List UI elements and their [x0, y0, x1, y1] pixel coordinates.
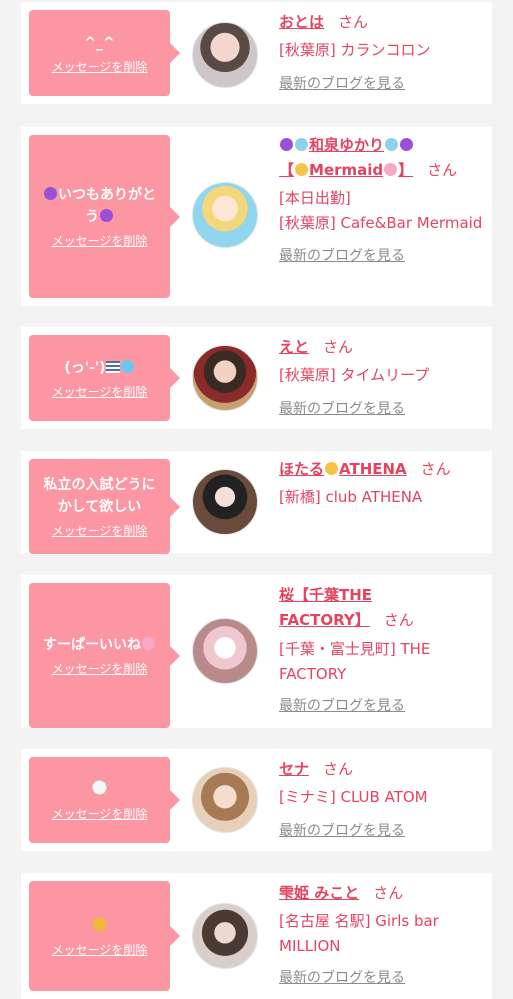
message-bubble: ^_^ メッセージを削除: [29, 10, 180, 96]
message-text: ^_^: [84, 34, 115, 51]
message-bubble: いつもありがとう メッセージを削除: [29, 135, 180, 298]
cast-name-link[interactable]: 桜【千葉THE FACTORY】: [279, 586, 372, 629]
cast-name-link[interactable]: セナ: [279, 760, 309, 778]
delete-message-link[interactable]: メッセージを削除: [52, 941, 148, 958]
message-text: いつもありがとう: [37, 184, 162, 228]
cast-name-link[interactable]: ほたる ATHENA: [279, 460, 407, 478]
latest-blog-link[interactable]: 最新のブログを見る: [279, 820, 484, 842]
avatar[interactable]: [192, 182, 258, 248]
message-card: ^_^ メッセージを削除 おとは さん [秋葉原] カランコロン 最新のブログを見…: [21, 2, 492, 104]
store-name: [千葉・富士見町] THE FACTORY: [279, 640, 431, 683]
store-name: [秋葉原] タイムリープ: [279, 366, 430, 384]
message-card: メッセージを削除 セナ さん [ミナミ] CLUB ATOM 最新のブログを見る: [21, 749, 492, 851]
heart-hands-icon: [93, 917, 106, 931]
shooting-star-icon: [325, 462, 339, 475]
message-bubble: メッセージを削除: [29, 757, 180, 843]
cast-name-link[interactable]: えと: [279, 338, 309, 356]
purple-heart-icon: [280, 138, 293, 151]
message-text: すーぱーいいね: [43, 634, 156, 656]
cherry-blossom-icon: [142, 637, 155, 650]
honorific: さん: [338, 13, 369, 31]
thank-message-list: ^_^ メッセージを削除 おとは さん [秋葉原] カランコロン 最新のブログを見…: [0, 0, 513, 999]
message-bubble: メッセージを削除: [29, 881, 180, 991]
honorific: さん: [383, 611, 414, 629]
avatar[interactable]: [192, 345, 258, 411]
mermaid-icon: [384, 163, 398, 176]
delete-message-link[interactable]: メッセージを削除: [52, 383, 148, 400]
message-text: [92, 915, 107, 937]
message-bubble: (っ'-') メッセージを削除: [29, 335, 180, 421]
cast-name-link[interactable]: おとは: [279, 13, 324, 31]
store-name: [名古屋 名駅] Girls bar MILLION: [279, 912, 439, 955]
message-text: 私立の入試どうにかして欲しい: [43, 477, 156, 515]
avatar[interactable]: [192, 618, 258, 684]
avatar[interactable]: [192, 767, 258, 833]
delete-message-link[interactable]: メッセージを削除: [52, 660, 148, 677]
cast-name-link[interactable]: 和泉ゆかり【Mermaid】: [279, 136, 414, 179]
white-heart-icon: [92, 779, 107, 795]
honorific: さん: [323, 760, 354, 778]
store-name: [新橋] club ATHENA: [279, 488, 423, 506]
message-card: メッセージを削除 雫姫 みこと さん [名古屋 名駅] Girls bar MIL…: [21, 873, 492, 999]
latest-blog-link[interactable]: 最新のブログを見る: [279, 695, 484, 717]
wave-lines-icon: [105, 360, 120, 373]
honorific: さん: [323, 338, 354, 356]
purple-heart-icon: [44, 187, 57, 200]
store-name: [秋葉原] Cafe&Bar Mermaid: [279, 214, 483, 232]
message-text: [91, 779, 108, 801]
delete-message-link[interactable]: メッセージを削除: [52, 58, 148, 75]
honorific: さん: [373, 884, 404, 902]
snowflake-icon: [295, 138, 308, 151]
latest-blog-link[interactable]: 最新のブログを見る: [279, 398, 484, 420]
purple-heart-icon: [100, 209, 113, 222]
avatar[interactable]: [192, 22, 258, 88]
message-card: すーぱーいいね メッセージを削除 桜【千葉THE FACTORY】 さん [千葉・…: [21, 575, 492, 728]
delete-message-link[interactable]: メッセージを削除: [52, 522, 148, 539]
avatar[interactable]: [192, 469, 258, 535]
latest-blog-link[interactable]: 最新のブログを見る: [279, 967, 484, 989]
message-card: いつもありがとう メッセージを削除 和泉ゆかり【Mermaid】さん [本日出勤…: [21, 127, 492, 306]
blue-heart-icon: [120, 359, 134, 373]
honorific: さん: [420, 460, 451, 478]
avatar[interactable]: [192, 903, 258, 969]
message-bubble: 私立の入試どうにかして欲しい メッセージを削除: [29, 459, 180, 554]
cast-name-link[interactable]: 雫姫 みこと: [279, 884, 359, 902]
message-card: 私立の入試どうにかして欲しい メッセージを削除 ほたる ATHENA さん [新橋]…: [21, 451, 492, 554]
store-status: [本日出勤]: [279, 189, 351, 207]
store-name: [秋葉原] カランコロン: [279, 41, 431, 59]
purple-heart-icon: [400, 138, 414, 151]
store-name: [ミナミ] CLUB ATOM: [279, 788, 428, 806]
honorific: さん: [427, 161, 458, 179]
bouquet-icon: [295, 163, 309, 176]
delete-message-link[interactable]: メッセージを削除: [52, 232, 148, 249]
message-bubble: すーぱーいいね メッセージを削除: [29, 583, 180, 728]
latest-blog-link[interactable]: 最新のブログを見る: [279, 73, 484, 95]
latest-blog-link[interactable]: 最新のブログを見る: [279, 245, 484, 267]
snowflake-icon: [385, 138, 399, 151]
message-card: (っ'-') メッセージを削除 えと さん [秋葉原] タイムリープ 最新のブログ…: [21, 327, 492, 429]
delete-message-link[interactable]: メッセージを削除: [52, 805, 148, 822]
message-text: (っ'-'): [64, 357, 134, 379]
